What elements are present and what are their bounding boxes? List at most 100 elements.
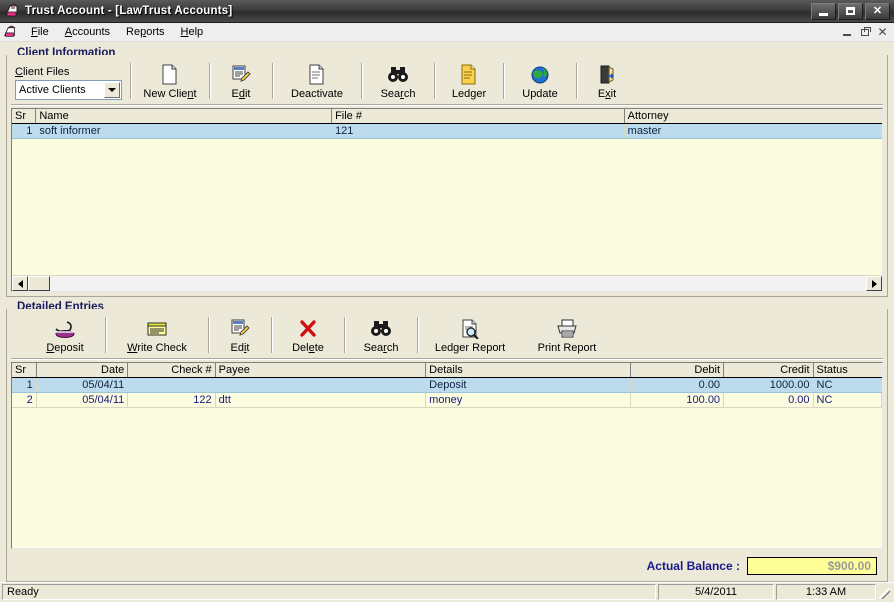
ledger-report-button[interactable]: Ledger Report <box>420 315 520 355</box>
exit-button[interactable]: Exit <box>579 61 635 101</box>
entries-col-debit[interactable]: Debit <box>631 363 724 378</box>
status-time: 1:33 AM <box>776 584 876 600</box>
client-col-name[interactable]: Name <box>36 109 332 124</box>
entries-table: Sr Date Check # Payee Details Debit Cred… <box>12 363 882 408</box>
client-edit-button[interactable]: Edit <box>212 61 270 101</box>
status-message: Ready <box>2 584 656 600</box>
ledger-label: Ledger <box>452 88 486 100</box>
client-grid-hscrollbar[interactable] <box>12 275 882 291</box>
entries-cell-date: 05/04/11 <box>36 378 128 393</box>
client-grid: Sr Name File # Attorney 1 soft informer … <box>11 108 883 292</box>
write-check-label: Write Check <box>127 342 187 354</box>
window-maximize-button[interactable] <box>838 3 863 20</box>
mdi-close-button[interactable]: ✕ <box>877 27 888 38</box>
entries-cell-sr: 2 <box>12 393 36 408</box>
entries-toolbar: Deposit Write Check <box>7 309 887 358</box>
entries-col-status[interactable]: Status <box>813 363 881 378</box>
print-report-button[interactable]: Print Report <box>520 315 614 355</box>
new-client-label: New Client <box>143 88 196 100</box>
deposit-label: Deposit <box>46 342 83 354</box>
update-label: Update <box>522 88 557 100</box>
menu-item-file[interactable]: File <box>23 25 57 39</box>
entries-edit-button[interactable]: Edit <box>211 315 269 355</box>
deactivate-button[interactable]: Deactivate <box>275 61 359 101</box>
menu-item-help[interactable]: Help <box>173 25 212 39</box>
hscroll-thumb[interactable] <box>28 276 50 291</box>
entries-col-credit[interactable]: Credit <box>724 363 813 378</box>
entries-table-header-row: Sr Date Check # Payee Details Debit Cred… <box>12 363 882 378</box>
deposit-button[interactable]: Deposit <box>27 315 103 355</box>
new-client-button[interactable]: New Client <box>133 61 207 101</box>
hscroll-track[interactable] <box>50 276 866 291</box>
menu-item-help-label: elp <box>189 26 204 38</box>
entries-cell-status: NC <box>813 393 881 408</box>
entries-col-sr[interactable]: Sr <box>12 363 36 378</box>
mdi-minimize-button[interactable] <box>841 27 852 38</box>
entries-cell-credit: 1000.00 <box>724 378 813 393</box>
entries-cell-details: Deposit <box>426 378 631 393</box>
client-col-file[interactable]: File # <box>332 109 625 124</box>
table-row[interactable]: 1 soft informer 121 master <box>12 124 882 139</box>
exit-door-icon <box>597 63 617 85</box>
entries-cell-check <box>128 378 215 393</box>
client-col-sr[interactable]: Sr <box>12 109 36 124</box>
client-files-select[interactable]: Active Clients <box>15 80 122 100</box>
menu-bar: File Accounts Reports Help ✕ <box>0 23 894 42</box>
entries-col-check[interactable]: Check # <box>128 363 215 378</box>
exit-label: Exit <box>598 88 616 100</box>
application-window: Trust Account - [LawTrust Accounts] ✕ Fi… <box>0 0 894 602</box>
client-cell-file: 121 <box>332 124 625 139</box>
app-trust-icon <box>4 3 20 19</box>
delete-button[interactable]: Delete <box>274 315 342 355</box>
client-files-filter: Client Files Active Clients <box>15 66 122 100</box>
globe-icon <box>530 63 550 85</box>
entries-edit-label: Edit <box>231 342 250 354</box>
entries-search-button[interactable]: Search <box>347 315 415 355</box>
mdi-restore-button[interactable] <box>859 27 870 38</box>
entries-col-payee[interactable]: Payee <box>215 363 426 378</box>
client-files-value: Active Clients <box>19 84 104 96</box>
entries-cell-check: 122 <box>128 393 215 408</box>
client-grid-body: Sr Name File # Attorney 1 soft informer … <box>12 109 882 275</box>
delete-label: Delete <box>292 342 324 354</box>
entries-cell-date: 05/04/11 <box>36 393 128 408</box>
status-bar: Ready 5/4/2011 1:33 AM <box>0 582 894 602</box>
window-minimize-button[interactable] <box>811 3 836 20</box>
table-row[interactable]: 1 05/04/11 Deposit 0.00 1000.00 NC <box>12 378 882 393</box>
resize-grip-icon[interactable] <box>876 584 892 600</box>
window-close-button[interactable]: ✕ <box>865 3 890 20</box>
write-check-button[interactable]: Write Check <box>108 315 206 355</box>
ledger-button[interactable]: Ledger <box>437 61 501 101</box>
entries-col-date[interactable]: Date <box>36 363 128 378</box>
mdi-window-controls: ✕ <box>841 27 894 38</box>
ledger-report-icon <box>460 317 480 339</box>
deactivate-label: Deactivate <box>291 88 343 100</box>
print-report-label: Print Report <box>538 342 597 354</box>
table-row[interactable]: 2 05/04/11 122 dtt money 100.00 0.00 NC <box>12 393 882 408</box>
entries-cell-status: NC <box>813 378 881 393</box>
entries-cell-payee <box>215 378 426 393</box>
window-controls: ✕ <box>811 3 892 20</box>
actual-balance-value: $900.00 <box>747 557 877 575</box>
scroll-right-icon[interactable] <box>866 276 882 291</box>
new-document-icon <box>161 63 179 85</box>
client-search-label: Search <box>381 88 416 100</box>
window-title: Trust Account - [LawTrust Accounts] <box>25 5 232 17</box>
actual-balance-row: Actual Balance : $900.00 <box>7 553 887 581</box>
scroll-left-icon[interactable] <box>12 276 28 291</box>
menu-item-accounts[interactable]: Accounts <box>57 25 118 39</box>
check-icon <box>146 317 168 339</box>
printer-icon <box>556 317 578 339</box>
client-search-button[interactable]: Search <box>364 61 432 101</box>
binoculars-icon <box>387 63 409 85</box>
client-col-attorney[interactable]: Attorney <box>624 109 881 124</box>
update-button[interactable]: Update <box>506 61 574 101</box>
mdi-client-area: Client Information Client Files Active C… <box>0 42 894 582</box>
menu-item-reports[interactable]: Reports <box>118 25 173 39</box>
chevron-down-icon[interactable] <box>104 82 120 98</box>
entries-col-details[interactable]: Details <box>426 363 631 378</box>
client-table-header-row: Sr Name File # Attorney <box>12 109 882 124</box>
menu-item-reports-label: orts <box>146 26 164 38</box>
client-toolbar: Client Files Active Clients New Clien <box>7 55 887 104</box>
document-icon <box>308 63 326 85</box>
